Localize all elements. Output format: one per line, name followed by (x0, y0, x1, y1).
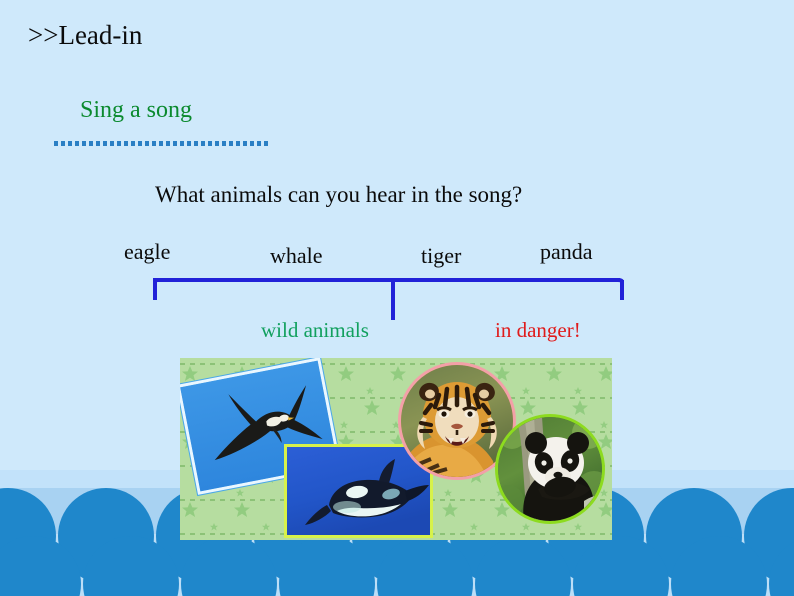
label-wild-animals: wild animals (261, 318, 369, 342)
underline-dot (117, 141, 121, 146)
star-glyph-small (470, 523, 478, 531)
word-eagle: eagle (124, 239, 171, 264)
underline-dot (145, 141, 149, 146)
underline-dot (61, 141, 65, 146)
scallop-circle (671, 536, 767, 596)
underline-dot (257, 141, 261, 146)
star-glyph-small (210, 523, 218, 531)
star-glyph-small (574, 523, 582, 531)
star-glyph-small (262, 523, 270, 531)
star-glyph-small (522, 523, 530, 531)
underline-dot (180, 141, 184, 146)
underline-dot (243, 141, 247, 146)
star-glyph (182, 366, 198, 381)
underline-dot (152, 141, 156, 146)
underline-dot (82, 141, 86, 146)
scallop-circle (0, 536, 81, 596)
star-glyph-small (574, 387, 582, 395)
star-glyph (598, 366, 612, 381)
word-tiger: tiger (421, 243, 462, 268)
star-glyph (442, 502, 458, 517)
scallop-circle (83, 536, 179, 596)
underline-dot (124, 141, 128, 146)
underline-dot (138, 141, 142, 146)
slide-canvas: >>Lead-in Sing a song What animals can y… (0, 0, 794, 596)
star-glyph-small (522, 387, 530, 395)
underline-dot (173, 141, 177, 146)
underline-dot (110, 141, 114, 146)
underline-dot (159, 141, 163, 146)
star-glyph-small (340, 421, 348, 429)
star-glyph-small (366, 387, 374, 395)
scallop-circle (377, 536, 473, 596)
star-glyph (364, 400, 380, 415)
underline-dot (229, 141, 233, 146)
underline-dot (89, 141, 93, 146)
word-panda: panda (540, 239, 593, 264)
underline-dot (187, 141, 191, 146)
section-title: Sing a song (80, 97, 193, 123)
underline-dot (75, 141, 79, 146)
star-glyph-small (236, 489, 244, 497)
scallop-row-lower (0, 536, 794, 596)
underline-dot (54, 141, 58, 146)
underline-dot (96, 141, 100, 146)
star-glyph (572, 400, 588, 415)
underline-dot (236, 141, 240, 146)
label-in-danger: in danger! (495, 318, 581, 342)
underline-dot (250, 141, 254, 146)
scallop-circle (475, 536, 571, 596)
star-glyph (520, 400, 536, 415)
underline-dot (201, 141, 205, 146)
underline-dot (208, 141, 212, 146)
underline-dot (131, 141, 135, 146)
panda-photo (495, 414, 605, 524)
word-whale: whale (270, 243, 323, 268)
underline-dot (222, 141, 226, 146)
star-glyph-small (444, 489, 452, 497)
scallop-circle (573, 536, 669, 596)
star-glyph (182, 502, 198, 517)
star-glyph (338, 366, 354, 381)
star-glyph (234, 502, 250, 517)
scallop-circle (279, 536, 375, 596)
star-glyph (546, 366, 562, 381)
scallop-circle (769, 536, 794, 596)
underline-dot (166, 141, 170, 146)
underline-dot (215, 141, 219, 146)
dotted-underline (54, 141, 268, 146)
scallop-circle (181, 536, 277, 596)
underline-dot (103, 141, 107, 146)
question-text: What animals can you hear in the song? (155, 182, 523, 207)
underline-dot (264, 141, 268, 146)
photo-collage (180, 358, 612, 540)
page-title: >>Lead-in (28, 20, 143, 50)
underline-dot (68, 141, 72, 146)
panda-image (498, 417, 602, 521)
underline-dot (194, 141, 198, 146)
